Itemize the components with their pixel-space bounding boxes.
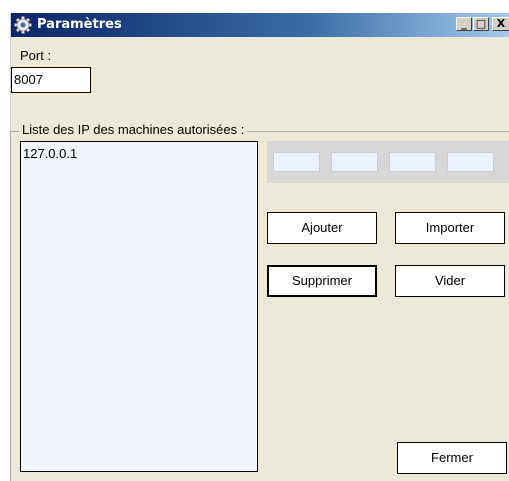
title-bar[interactable]: Paramètres _ □ X xyxy=(11,13,509,37)
add-button[interactable]: Ajouter xyxy=(267,212,377,244)
clear-button[interactable]: Vider xyxy=(395,265,505,297)
allowed-ips-group-label: Liste des IP des machines autorisées : xyxy=(19,121,248,139)
maximize-button[interactable]: □ xyxy=(473,17,489,31)
ip-octet-field[interactable] xyxy=(447,152,494,172)
ip-address-input[interactable] xyxy=(267,141,509,183)
delete-button[interactable]: Supprimer xyxy=(267,265,377,297)
ip-octet-field[interactable] xyxy=(273,152,320,172)
allowed-ip-list[interactable]: 127.0.0.1 xyxy=(20,141,258,472)
port-input[interactable]: 8007 xyxy=(11,67,91,93)
list-item[interactable]: 127.0.0.1 xyxy=(23,145,255,162)
close-button[interactable]: Fermer xyxy=(397,442,507,474)
gear-icon xyxy=(14,16,32,34)
ip-octet-field[interactable] xyxy=(389,152,436,172)
settings-dialog: Paramètres _ □ X Port : 8007 Liste des I… xyxy=(10,13,509,481)
close-window-button[interactable]: X xyxy=(492,17,509,31)
port-label: Port : xyxy=(20,48,52,63)
ip-octet-field[interactable] xyxy=(331,152,378,172)
import-button[interactable]: Importer xyxy=(395,212,505,244)
minimize-button[interactable]: _ xyxy=(456,17,472,31)
window-title: Paramètres xyxy=(37,17,122,32)
